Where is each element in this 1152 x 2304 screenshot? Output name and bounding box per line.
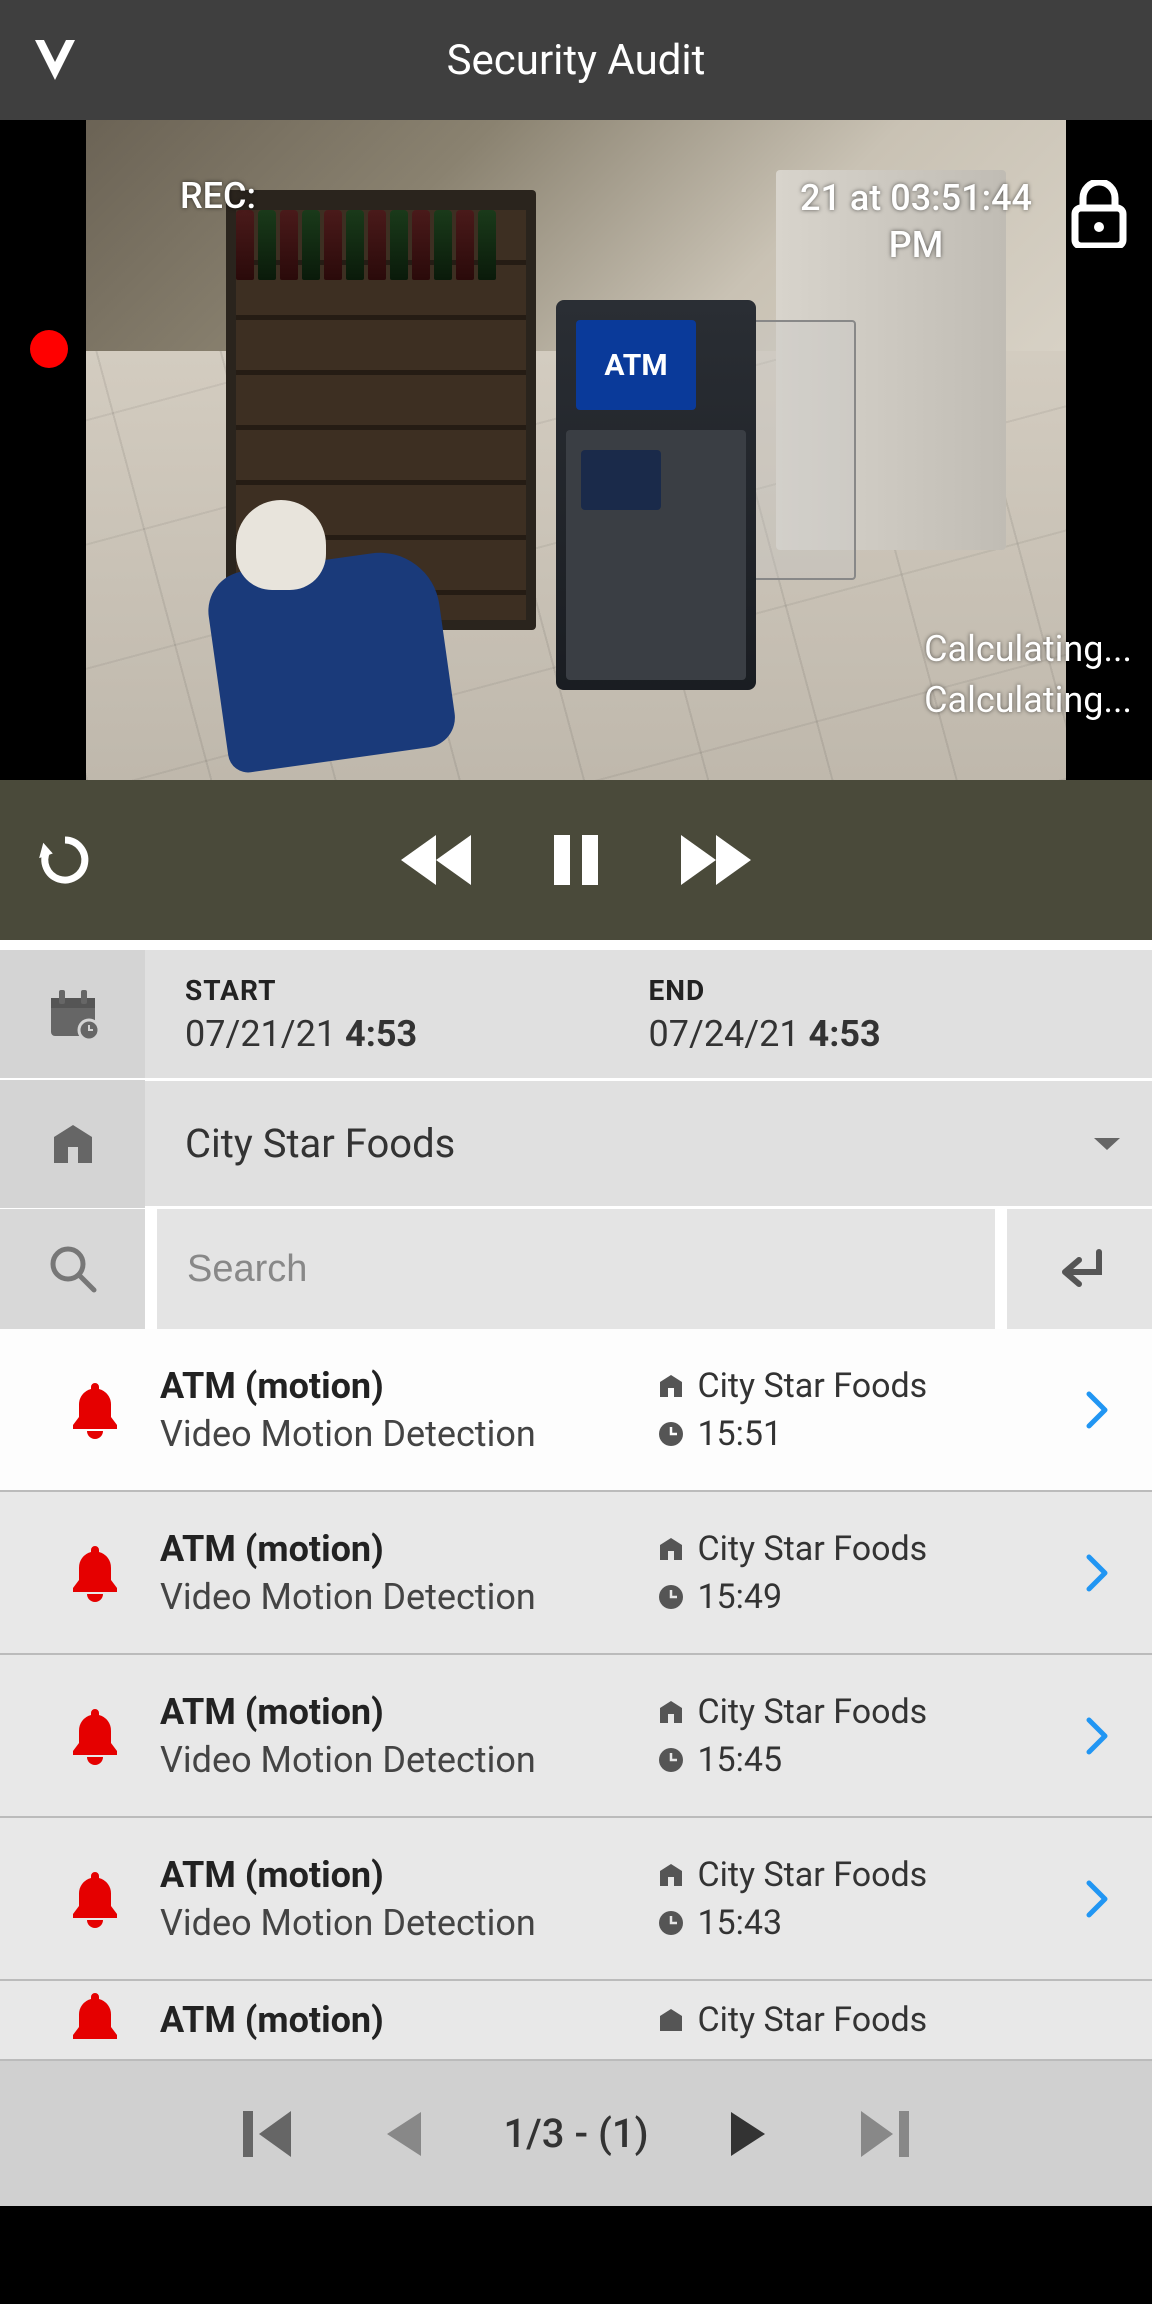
video-timestamp: 21 at 03:51:44 PM: [800, 175, 1032, 269]
event-row[interactable]: ATM (motion) Video Motion Detection City…: [0, 1329, 1152, 1492]
pause-icon[interactable]: [546, 830, 606, 890]
page-first-icon[interactable]: [233, 2099, 303, 2169]
store-small-icon: [657, 1698, 685, 1726]
event-row[interactable]: ATM (motion) Video Motion Detection City…: [0, 1818, 1152, 1981]
event-site: City Star Foods: [697, 2000, 927, 2040]
clock-icon: [657, 1420, 685, 1448]
date-range-filter[interactable]: START 07/21/21 4:53 END 07/24/21 4:53: [0, 950, 1152, 1081]
event-time: 15:43: [697, 1903, 782, 1943]
replay-icon[interactable]: [35, 830, 95, 890]
atm-label: ATM: [576, 320, 696, 410]
app-header: Security Audit: [0, 0, 1152, 120]
store-small-icon: [657, 2006, 685, 2034]
start-label: START: [185, 974, 649, 1007]
chevron-right-icon: [1085, 1716, 1109, 1756]
bell-icon: [67, 1379, 123, 1441]
event-time: 15:51: [697, 1414, 782, 1454]
playback-controls: [0, 780, 1152, 940]
event-row[interactable]: ATM (motion) City Star Foods: [0, 1981, 1152, 2061]
fast-forward-icon[interactable]: [676, 830, 756, 890]
page-last-icon[interactable]: [849, 2099, 919, 2169]
page-title: Security Audit: [447, 36, 706, 85]
store-icon: [48, 1119, 98, 1169]
enter-icon: [1055, 1246, 1105, 1292]
clock-icon: [657, 1909, 685, 1937]
search-icon: [46, 1242, 100, 1296]
search-submit-button[interactable]: [1007, 1209, 1152, 1329]
event-row[interactable]: ATM (motion) Video Motion Detection City…: [0, 1655, 1152, 1818]
rewind-icon[interactable]: [396, 830, 476, 890]
chevron-right-icon: [1085, 1390, 1109, 1430]
chevron-right-icon: [1085, 1879, 1109, 1919]
event-time: 15:49: [697, 1577, 782, 1617]
video-player[interactable]: ATM REC: 21 at 03:51:44 PM Calculating..…: [0, 120, 1152, 780]
page-next-icon[interactable]: [719, 2104, 779, 2164]
app-logo-icon: [30, 35, 80, 85]
pagination-bar: 1/3 - (1): [0, 2061, 1152, 2206]
store-small-icon: [657, 1861, 685, 1889]
site-name: City Star Foods: [185, 1120, 455, 1167]
start-value: 07/21/21 4:53: [185, 1013, 649, 1055]
page-indicator: 1/3 - (1): [503, 2110, 648, 2157]
event-subtitle: Video Motion Detection: [160, 1576, 657, 1618]
calendar-icon: [45, 986, 101, 1042]
search-row: [0, 1209, 1152, 1329]
event-time: 15:45: [697, 1740, 782, 1780]
search-input[interactable]: [157, 1209, 995, 1329]
event-title: ATM (motion): [160, 1691, 657, 1733]
event-list: ATM (motion) Video Motion Detection City…: [0, 1329, 1152, 2061]
store-small-icon: [657, 1372, 685, 1400]
clock-icon: [657, 1583, 685, 1611]
chevron-right-icon: [1085, 1553, 1109, 1593]
store-small-icon: [657, 1535, 685, 1563]
end-value: 07/24/21 4:53: [649, 1013, 1113, 1055]
event-subtitle: Video Motion Detection: [160, 1902, 657, 1944]
rec-label: REC:: [180, 175, 256, 217]
event-site: City Star Foods: [697, 1855, 927, 1895]
bell-icon: [67, 1705, 123, 1767]
event-site: City Star Foods: [697, 1692, 927, 1732]
calculation-status: Calculating... Calculating...: [924, 624, 1132, 725]
record-indicator-icon: [30, 330, 68, 368]
event-site: City Star Foods: [697, 1366, 927, 1406]
event-title: ATM (motion): [160, 1365, 657, 1407]
event-title: ATM (motion): [160, 1528, 657, 1570]
lock-icon[interactable]: [1071, 180, 1127, 248]
end-label: END: [649, 974, 1113, 1007]
site-selector[interactable]: City Star Foods: [0, 1081, 1152, 1209]
bell-icon: [67, 1989, 123, 2051]
event-title: ATM (motion): [160, 1854, 657, 1896]
chevron-down-icon: [1092, 1134, 1122, 1154]
page-prev-icon[interactable]: [373, 2104, 433, 2164]
event-title: ATM (motion): [160, 1999, 657, 2041]
clock-icon: [657, 1746, 685, 1774]
filters-panel: START 07/21/21 4:53 END 07/24/21 4:53 Ci…: [0, 940, 1152, 1329]
event-row[interactable]: ATM (motion) Video Motion Detection City…: [0, 1492, 1152, 1655]
bell-icon: [67, 1868, 123, 1930]
event-subtitle: Video Motion Detection: [160, 1413, 657, 1455]
event-subtitle: Video Motion Detection: [160, 1739, 657, 1781]
bell-icon: [67, 1542, 123, 1604]
event-site: City Star Foods: [697, 1529, 927, 1569]
